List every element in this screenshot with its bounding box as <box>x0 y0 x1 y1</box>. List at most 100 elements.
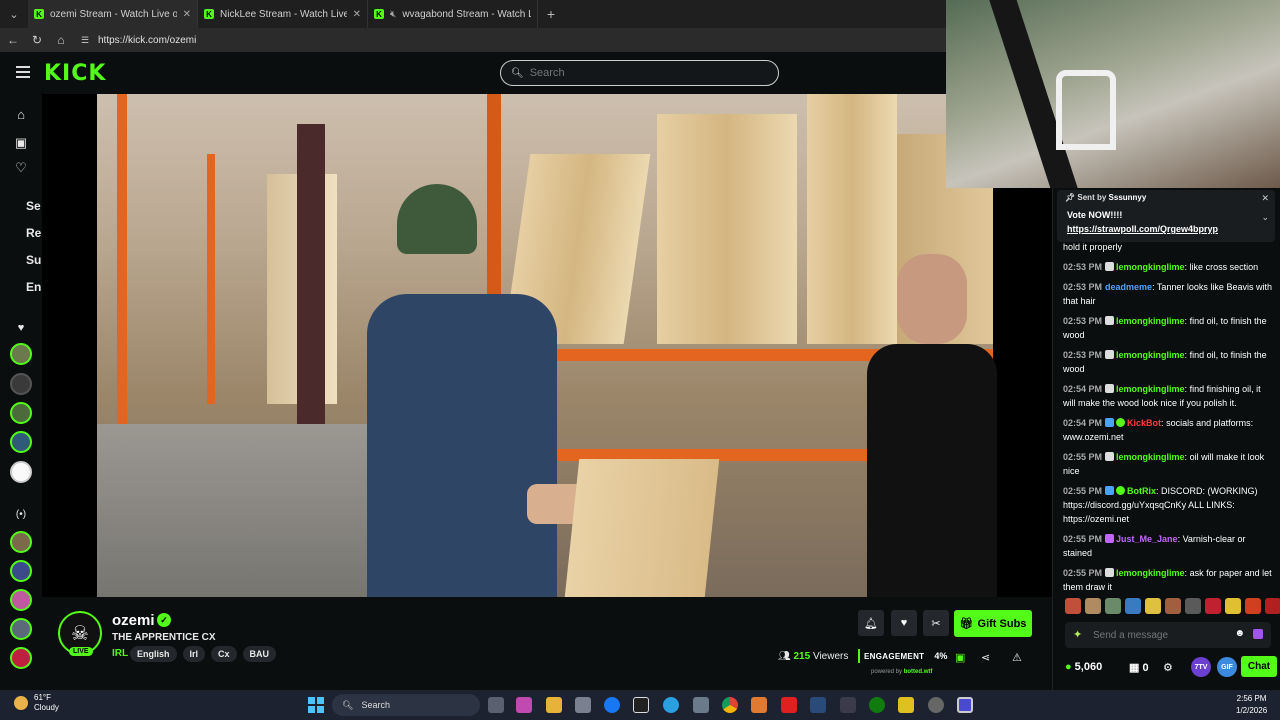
notification-bell-button[interactable]: 🔔︎ <box>858 610 884 636</box>
edge-icon[interactable] <box>663 697 679 713</box>
avatar[interactable] <box>10 589 32 611</box>
tag[interactable]: BAU <box>242 646 277 662</box>
file-explorer-icon[interactable] <box>546 697 562 713</box>
sidebar-label[interactable]: Se <box>26 199 41 213</box>
emote-icon[interactable] <box>1225 598 1241 614</box>
tag[interactable]: English <box>130 646 177 662</box>
home-icon[interactable]: ⌂ <box>54 33 68 47</box>
system-clock[interactable]: 2:56 PM 1/2/2026 <box>1236 693 1267 717</box>
store-icon[interactable] <box>575 697 591 713</box>
tag[interactable]: Cx <box>211 646 237 662</box>
emote-icon[interactable] <box>1065 598 1081 614</box>
new-tab-button[interactable]: + <box>538 6 564 22</box>
url-field[interactable]: https://kick.com/ozemi <box>98 35 196 46</box>
emote-icon[interactable] <box>1165 598 1181 614</box>
calculator-icon[interactable] <box>693 697 709 713</box>
xbox-icon[interactable] <box>869 697 885 713</box>
chrome-icon[interactable] <box>722 697 738 713</box>
sidebar-label[interactable]: En <box>26 280 41 294</box>
gear-icon[interactable]: ⚙ <box>1163 661 1173 674</box>
report-icon[interactable]: ⚠ <box>1012 651 1022 664</box>
weather-widget[interactable]: 61°F Cloudy <box>14 693 59 713</box>
tab-title: ozemi Stream - Watch Live on Kick <box>50 8 177 20</box>
chat-message: 02:55 PM Just_Me_Jane: Varnish-clear or s… <box>1063 534 1246 558</box>
unpin-icon[interactable]: ✕ <box>1261 193 1269 204</box>
chat-input[interactable] <box>1093 629 1213 641</box>
avatar[interactable] <box>10 431 32 453</box>
notes-icon[interactable] <box>898 697 914 713</box>
pinned-link[interactable]: https://strawpoll.com/Qrgew4bpryp <box>1067 224 1218 234</box>
obs-icon[interactable] <box>928 697 944 713</box>
search-box[interactable]: 🔍︎ <box>500 60 779 86</box>
reload-icon[interactable]: ↻ <box>30 33 44 47</box>
following-heart-icon[interactable]: ♡ <box>12 159 30 177</box>
avatar[interactable] <box>10 461 32 483</box>
vlc-icon[interactable] <box>751 697 767 713</box>
sidebar-label[interactable]: Su <box>26 253 41 267</box>
chevron-down-icon[interactable]: ⌄ <box>1261 212 1269 223</box>
avatar[interactable] <box>10 618 32 640</box>
steam-icon[interactable] <box>810 697 826 713</box>
channel-points[interactable]: ● 5,060 <box>1065 661 1105 673</box>
close-tab-icon[interactable]: ✕ <box>183 9 191 20</box>
tab-nicklee[interactable]: K NickLee Stream - Watch Live on Kick ✕ <box>198 0 368 28</box>
tab-list-icon[interactable]: ⌄ <box>0 0 28 28</box>
amazon-icon[interactable] <box>633 697 649 713</box>
category-link[interactable]: IRL <box>112 648 128 659</box>
active-app-icon[interactable] <box>957 697 973 713</box>
search-input[interactable] <box>529 67 750 79</box>
youtube-icon[interactable] <box>781 697 797 713</box>
inventory-count[interactable]: ▦ 0 <box>1129 661 1149 674</box>
emote-icon[interactable] <box>1245 598 1261 614</box>
stats-icon[interactable]: ▣ <box>955 651 965 664</box>
avatar[interactable] <box>10 560 32 582</box>
emote-icon[interactable] <box>1085 598 1101 614</box>
emote-icon[interactable] <box>1145 598 1161 614</box>
task-view-icon[interactable] <box>488 697 504 713</box>
left-sidebar: ⌂ ▣ ♡ Se Re Su En ♥ (•) <box>0 94 42 690</box>
emote-icon[interactable] <box>1125 598 1141 614</box>
copilot-icon[interactable] <box>516 697 532 713</box>
chat-input-box[interactable]: ✦ ☻ <box>1065 622 1271 648</box>
menu-icon[interactable] <box>16 66 30 78</box>
chat-send-button[interactable]: Chat <box>1241 656 1277 677</box>
close-tab-icon[interactable]: ✕ <box>353 9 361 20</box>
facebook-icon[interactable] <box>604 697 620 713</box>
chat-message: 02:53 PM deadmeme: Tanner looks like Beav… <box>1063 282 1272 306</box>
clip-button[interactable]: ✂ <box>923 610 949 636</box>
emote-bag-icon[interactable] <box>1253 629 1263 639</box>
tab-ozemi[interactable]: K ozemi Stream - Watch Live on Kick ✕ <box>28 0 198 28</box>
channel-name[interactable]: ozemi <box>112 612 155 629</box>
mute-tab-icon[interactable]: 🔇︎ <box>390 9 396 20</box>
tab-wvagabond[interactable]: K 🔇︎ wvagabond Stream - Watch Live on Ki… <box>368 0 538 28</box>
back-icon[interactable]: ← <box>6 33 20 47</box>
gif-button[interactable]: GIF <box>1217 657 1237 677</box>
taskbar-search[interactable]: 🔍︎ Search <box>332 694 480 716</box>
gift-icon: 🎁︎ <box>959 618 974 630</box>
avatar[interactable] <box>10 531 32 553</box>
7tv-button[interactable]: 7TV <box>1191 657 1211 677</box>
share-icon[interactable]: ⋖ <box>981 651 990 664</box>
sidebar-label[interactable]: Re <box>26 226 41 240</box>
windows-start-icon[interactable] <box>308 697 324 713</box>
avatar[interactable] <box>10 343 32 365</box>
emoji-icon[interactable]: ☻ <box>1234 628 1245 639</box>
emote-icon[interactable] <box>1185 598 1201 614</box>
home-icon[interactable]: ⌂ <box>12 106 30 124</box>
pinned-message[interactable]: 📌︎ Sent by Sssunnyy Vote NOW!!!! https:/… <box>1057 190 1275 242</box>
tag[interactable]: Irl <box>182 646 206 662</box>
app-icon[interactable] <box>840 697 856 713</box>
video-player[interactable] <box>42 94 1052 597</box>
emote-icon[interactable] <box>1265 598 1280 614</box>
emote-icon[interactable] <box>1105 598 1121 614</box>
avatar[interactable] <box>10 373 32 395</box>
sparkle-icon[interactable]: ✦ <box>1073 628 1082 641</box>
emote-icon[interactable] <box>1205 598 1221 614</box>
site-info-icon[interactable]: ☰ <box>78 35 92 46</box>
browse-icon[interactable]: ▣ <box>12 134 30 152</box>
follow-heart-button[interactable]: ♥ <box>891 610 917 636</box>
kick-logo[interactable]: KICK <box>44 61 106 86</box>
avatar[interactable] <box>10 402 32 424</box>
gift-subs-button[interactable]: 🎁︎ Gift Subs <box>954 610 1032 637</box>
avatar[interactable] <box>10 647 32 669</box>
